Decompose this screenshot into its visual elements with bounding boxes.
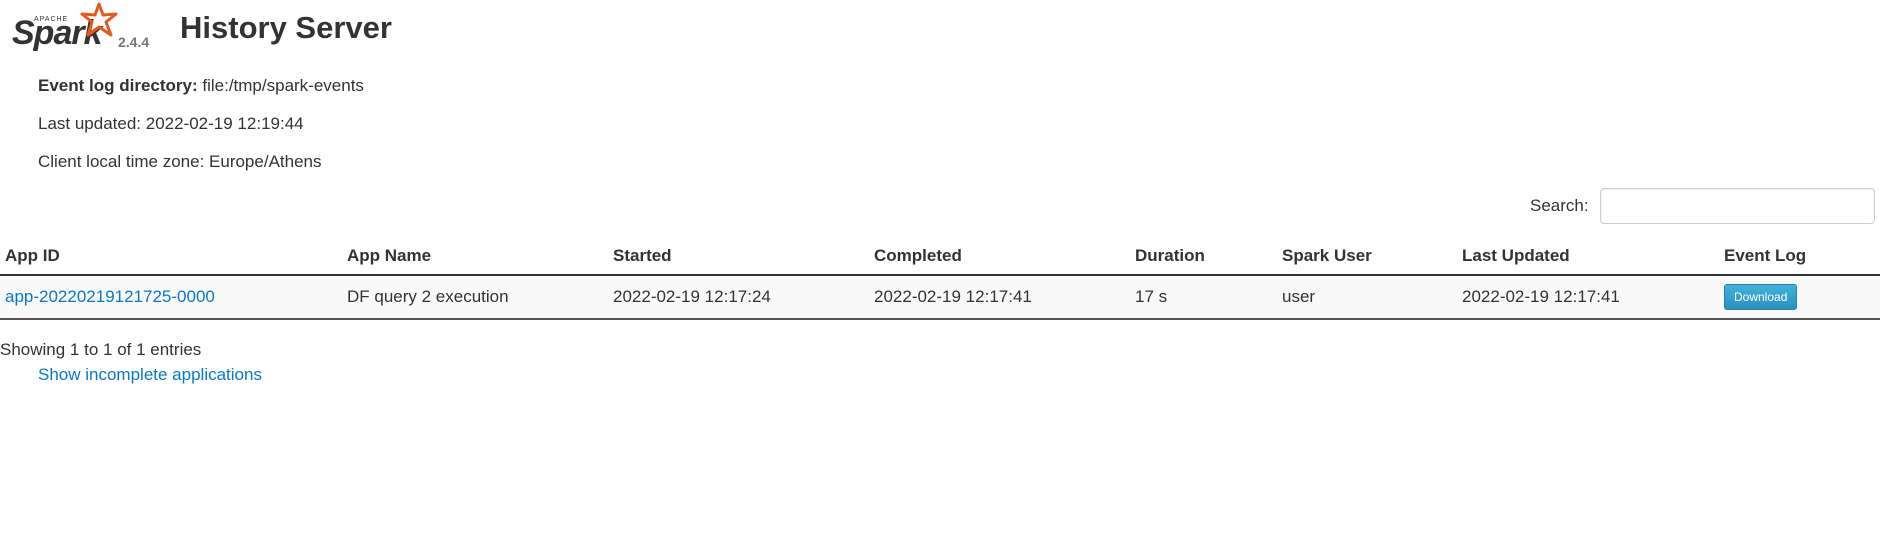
cell-completed: 2022-02-19 12:17:41	[869, 275, 1130, 320]
cell-started: 2022-02-19 12:17:24	[608, 275, 869, 320]
spark-version: 2.4.4	[118, 34, 150, 50]
column-header-duration[interactable]: Duration	[1130, 236, 1277, 276]
table-header-row: App ID App Name Started Completed Durati…	[0, 236, 1880, 276]
app-id-link[interactable]: app-20220219121725-0000	[5, 287, 215, 306]
logo-apache-text: APACHE	[34, 16, 69, 23]
cell-duration: 17 s	[1130, 275, 1277, 320]
applications-table: App ID App Name Started Completed Durati…	[0, 236, 1880, 320]
client-timezone: Client local time zone: Europe/Athens	[38, 152, 322, 171]
event-log-value: file:/tmp/spark-events	[202, 76, 364, 95]
spark-star-icon	[80, 2, 118, 37]
column-header-app-id[interactable]: App ID	[0, 236, 342, 276]
cell-last-updated: 2022-02-19 12:17:41	[1457, 275, 1719, 320]
cell-spark-user: user	[1277, 275, 1457, 320]
column-header-started[interactable]: Started	[608, 236, 869, 276]
column-header-app-name[interactable]: App Name	[342, 236, 608, 276]
page-title: History Server	[180, 10, 392, 45]
column-header-completed[interactable]: Completed	[869, 236, 1130, 276]
header: Spark APACHE 2.4.4 History Server	[0, 0, 1896, 60]
search-input[interactable]	[1600, 188, 1875, 224]
cell-app-name: DF query 2 execution	[342, 275, 608, 320]
cell-event-log: Download	[1719, 275, 1880, 320]
last-updated: Last updated: 2022-02-19 12:19:44	[38, 114, 304, 133]
event-log-directory: Event log directory: file:/tmp/spark-eve…	[38, 76, 364, 96]
spark-logo[interactable]: Spark APACHE	[12, 2, 118, 52]
event-log-label: Event log directory:	[38, 76, 198, 95]
cell-app-id: app-20220219121725-0000	[0, 275, 342, 320]
search-label: Search:	[1530, 196, 1589, 215]
download-button[interactable]: Download	[1724, 284, 1798, 310]
show-incomplete-link[interactable]: Show incomplete applications	[38, 365, 262, 385]
column-header-event-log[interactable]: Event Log	[1719, 236, 1880, 276]
column-header-last-updated[interactable]: Last Updated	[1457, 236, 1719, 276]
search-box: Search:	[1530, 188, 1885, 226]
entries-info: Showing 1 to 1 of 1 entries	[0, 340, 202, 359]
column-header-spark-user[interactable]: Spark User	[1277, 236, 1457, 276]
table-row: app-20220219121725-0000 DF query 2 execu…	[0, 275, 1880, 320]
